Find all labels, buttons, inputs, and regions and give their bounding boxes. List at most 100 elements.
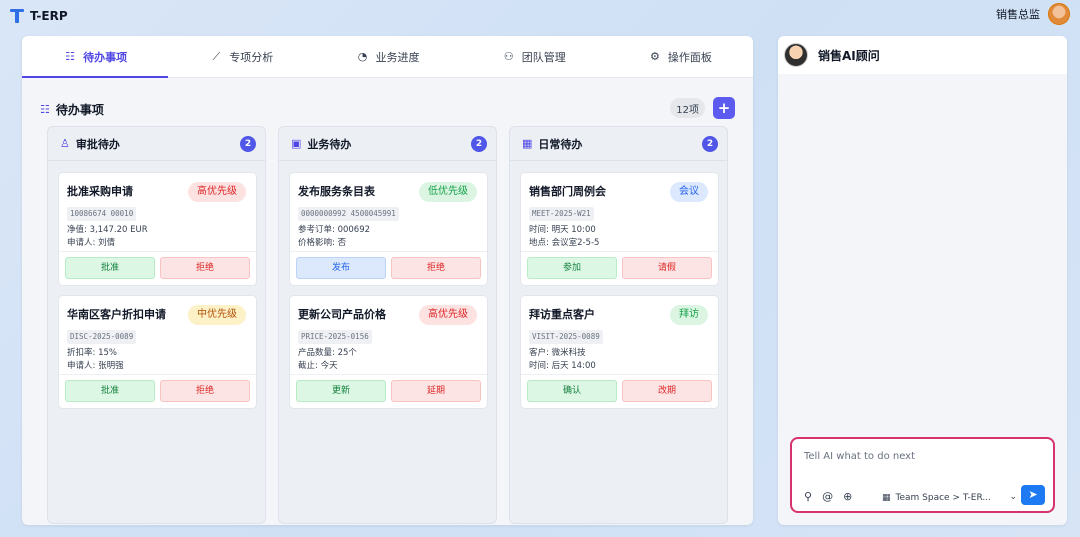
column-header: ▦ 日常待办 2 [510,127,727,161]
card-detail: 申请人: 张明强 [67,361,124,371]
approve-button[interactable]: 批准 [65,257,155,279]
section-title: ☷ 待办事项 [40,101,104,118]
attend-button[interactable]: 参加 [527,257,617,279]
priority-badge: 中优先级 [188,305,246,325]
document-code: DISC-2025-0089 [67,330,137,344]
ai-prompt-input[interactable]: Tell AI what to do next [804,451,915,462]
globe-icon[interactable]: ⊕ [843,490,852,503]
todo-card[interactable]: 华南区客户折扣申请 中优先级 DISC-2025-0089 折扣率: 15% 申… [58,295,257,409]
tab-label: 专项分析 [229,50,274,64]
pie-chart-icon: ◔ [357,50,368,63]
tab-bar: ☷ 待办事项 ⟋ 专项分析 ◔ 业务进度 ⚇ 团队管理 ⚙ 操作面板 [22,36,753,78]
card-detail: 客户: 微米科技 [529,348,586,358]
column-title: ▣ 业务待办 [291,136,351,152]
todo-card[interactable]: 拜访重点客户 拜访 VISIT-2025-0089 客户: 微米科技 时间: 后… [520,295,719,409]
attachment-icon[interactable]: ⚲ [804,490,812,503]
document-code: 0000000992 4500045991 [298,207,399,221]
card-divider [290,374,487,375]
app-logo[interactable]: T-ERP [10,8,68,24]
top-bar: T-ERP 销售总监 [0,0,1080,32]
column-approval: ♙ 审批待办 2 批准采购申请 高优先级 10086674 00010 净值: … [47,126,266,524]
card-detail: 时间: 后天 14:00 [529,361,596,371]
card-detail: 截止: 今天 [298,361,338,371]
logo-mark-icon [10,8,24,24]
tab-team[interactable]: ⚇ 团队管理 [461,36,607,77]
tab-progress[interactable]: ◔ 业务进度 [314,36,460,77]
card-detail: 净值: 3,147.20 EUR [67,225,148,235]
type-badge: 会议 [670,182,708,202]
publish-button[interactable]: 发布 [296,257,386,279]
document-code: PRICE-2025-0156 [298,330,372,344]
card-divider [521,374,718,375]
card-title: 更新公司产品价格 [298,308,386,321]
card-divider [59,374,256,375]
card-title: 华南区客户折扣申请 [67,308,166,321]
leave-button[interactable]: 请假 [622,257,712,279]
add-todo-button[interactable]: + [713,97,735,119]
document-code: VISIT-2025-0089 [529,330,603,344]
section-title-text: 待办事项 [55,102,104,117]
card-title: 批准采购申请 [67,185,133,198]
column-title-text: 业务待办 [307,137,352,151]
card-detail: 地点: 会议室2-5-5 [529,238,600,248]
column-title: ▦ 日常待办 [522,136,582,152]
column-count-badge: 2 [702,136,718,152]
checklist-icon: ☷ [40,102,50,116]
column-daily: ▦ 日常待办 2 销售部门周例会 会议 MEET-2025-W21 时间: 明天… [509,126,728,524]
card-detail: 折扣率: 15% [67,348,117,358]
update-button[interactable]: 更新 [296,380,386,402]
document-code: MEET-2025-W21 [529,207,594,221]
ai-panel-title: 销售AI顾问 [818,48,880,63]
space-selector[interactable]: ▦ Team Space > T-ER... [882,493,991,503]
stamp-icon: ♙ [60,137,70,150]
user-menu[interactable]: 销售总监 [996,3,1070,25]
briefcase-icon: ▣ [291,137,302,150]
checklist-icon: ☷ [65,50,76,63]
card-detail: 产品数量: 25个 [298,348,357,358]
todo-count-badge: 12项 [670,98,705,118]
tab-label: 待办事项 [83,50,128,64]
card-divider [290,251,487,252]
reject-button[interactable]: 拒绝 [160,257,250,279]
send-button[interactable]: ➤ [1021,485,1045,505]
gears-icon: ⚙ [649,50,660,63]
reject-button[interactable]: 拒绝 [160,380,250,402]
todo-card[interactable]: 发布服务条目表 低优先级 0000000992 4500045991 参考订单:… [289,172,488,286]
ai-prompt-box[interactable]: Tell AI what to do next ⚲ @ ⊕ ▦ Team Spa… [790,437,1055,513]
todo-card[interactable]: 批准采购申请 高优先级 10086674 00010 净值: 3,147.20 … [58,172,257,286]
send-icon: ➤ [1028,488,1038,501]
tab-label: 业务进度 [375,50,420,64]
card-title: 拜访重点客户 [529,308,595,321]
tab-todo[interactable]: ☷ 待办事项 [22,36,169,78]
confirm-button[interactable]: 确认 [527,380,617,402]
ai-advisor-avatar [784,43,808,67]
tab-label: 操作面板 [667,50,712,64]
ai-advisor-panel: 销售AI顾问 Tell AI what to do next ⚲ @ ⊕ ▦ T… [778,36,1067,525]
card-detail: 申请人: 刘倩 [67,238,116,248]
user-avatar[interactable] [1048,3,1070,25]
approve-button[interactable]: 批准 [65,380,155,402]
chevron-down-icon[interactable]: ⌄ [1009,492,1017,502]
reschedule-button[interactable]: 改期 [622,380,712,402]
column-business: ▣ 业务待办 2 发布服务条目表 低优先级 0000000992 4500045… [278,126,497,524]
tab-operations[interactable]: ⚙ 操作面板 [607,36,753,77]
document-code: 10086674 00010 [67,207,137,221]
card-title: 发布服务条目表 [298,185,375,198]
todo-card[interactable]: 销售部门周例会 会议 MEET-2025-W21 时间: 明天 10:00 地点… [520,172,719,286]
card-title: 销售部门周例会 [529,185,606,198]
column-count-badge: 2 [240,136,256,152]
column-header: ♙ 审批待办 2 [48,127,265,161]
reject-button[interactable]: 拒绝 [391,257,481,279]
team-icon: ⚇ [503,50,514,63]
mention-icon[interactable]: @ [822,490,833,503]
postpone-button[interactable]: 延期 [391,380,481,402]
table-icon: ▦ [882,493,891,503]
user-name: 销售总监 [996,8,1040,21]
column-title: ♙ 审批待办 [60,136,120,152]
calendar-icon: ▦ [522,137,533,150]
column-title-text: 审批待办 [75,137,120,151]
todo-card[interactable]: 更新公司产品价格 高优先级 PRICE-2025-0156 产品数量: 25个 … [289,295,488,409]
priority-badge: 高优先级 [188,182,246,202]
card-detail: 参考订单: 000692 [298,225,371,235]
tab-analysis[interactable]: ⟋ 专项分析 [168,36,314,77]
